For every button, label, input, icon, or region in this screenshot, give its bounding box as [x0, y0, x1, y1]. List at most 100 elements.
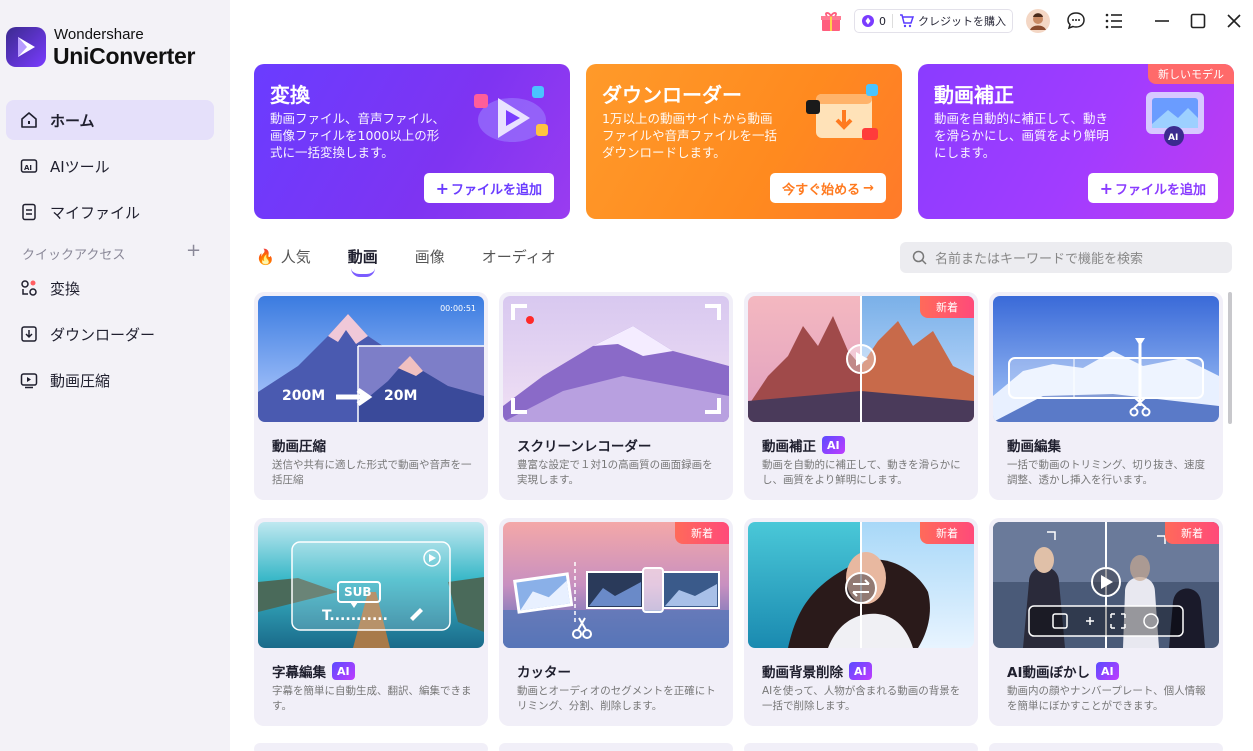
brand-name: UniConverter — [53, 43, 196, 69]
add-file-button[interactable]: + ファイルを追加 — [1087, 173, 1218, 203]
app-window: Wondershare UniConverter ホーム AI AIツール マイ… — [0, 0, 1253, 751]
ai-badge: AI — [1095, 662, 1119, 680]
convert-icon — [21, 280, 37, 296]
tab-video[interactable]: 動画 — [347, 246, 378, 277]
card-description: 豊富な設定で１対1の高画質の画面録画を実現します。 — [517, 459, 713, 486]
tool-card-screen-recorder[interactable]: スクリーンレコーダー 豊富な設定で１対1の高画質の画面録画を実現します。 — [499, 292, 733, 500]
card-description: AIを使って、人物が含まれる動画の背景を一括で削除します。 — [762, 685, 961, 712]
tool-card-subtitle-edit[interactable]: SUB T........... 字幕編集 AI 字幕を簡単に自動生成、翻訳、編集… — [254, 518, 488, 726]
divider — [892, 14, 893, 28]
sidebar-item-my-files[interactable]: マイファイル — [6, 192, 214, 232]
svg-text:AI: AI — [1168, 133, 1178, 143]
size-after: 20M — [384, 388, 418, 404]
cutter-thumbnail: 新着 — [503, 522, 729, 648]
sidebar-item-label: 動画圧縮 — [50, 371, 111, 390]
search-placeholder: 名前またはキーワードで機能を検索 — [935, 252, 1144, 267]
add-quick-access-button[interactable]: + — [186, 240, 201, 261]
card-title: 動画編集 — [1007, 439, 1061, 455]
card-title-row: 動画背景削除 AI — [762, 661, 872, 681]
avatar[interactable] — [1025, 8, 1051, 34]
close-icon[interactable] — [1221, 8, 1247, 34]
sidebar-item-convert[interactable]: 変換 — [6, 268, 214, 308]
new-badge: 新着 — [675, 522, 729, 544]
sidebar-item-label: ダウンローダー — [50, 325, 156, 344]
ai-badge: AI — [332, 662, 355, 680]
subtitle-edit-thumbnail: SUB T........... — [258, 522, 484, 648]
download-icon — [21, 326, 37, 342]
sidebar-item-ai-tools[interactable]: AI AIツール — [6, 146, 214, 186]
card-title-row: 動画補正 AI — [762, 435, 845, 455]
size-before: 200M — [282, 388, 326, 404]
credit-coin-icon — [862, 15, 874, 27]
sidebar-item-label: ホーム — [50, 111, 95, 130]
search-icon — [912, 250, 927, 265]
maximize-icon[interactable] — [1185, 8, 1211, 34]
tool-card-partial[interactable] — [499, 743, 733, 751]
gift-icon[interactable] — [818, 8, 844, 34]
start-now-button[interactable]: 今すぐ始める → — [770, 173, 886, 203]
background-remove-thumbnail: 新着 — [748, 522, 974, 648]
add-file-button[interactable]: + ファイルを追加 — [423, 173, 554, 203]
sidebar-item-downloader[interactable]: ダウンローダー — [6, 314, 214, 354]
card-title: 動画背景削除 — [762, 665, 843, 681]
card-title-row: 字幕編集 AI — [272, 661, 355, 681]
tool-card-ai-blur[interactable]: 新着 AI動画ぼかし AI 動画内の顔やナンバープレート、個人情報を簡単にぼかすこ… — [989, 518, 1223, 726]
plus-icon: + — [1099, 178, 1113, 198]
button-label: ファイルを追加 — [1114, 182, 1206, 198]
ai-blur-thumbnail: 新着 — [993, 522, 1219, 648]
quick-access-label: クイックアクセス — [22, 248, 126, 263]
tab-image[interactable]: 画像 — [415, 246, 445, 267]
card-title: AI動画ぼかし — [1007, 665, 1090, 681]
banner-downloader[interactable]: ダウンローダー 1万以上の動画サイトから動画ファイルや音声ファイルを一括ダウンロ… — [586, 64, 902, 219]
banner-title: ダウンローダー — [602, 83, 742, 107]
convert-art-icon — [470, 80, 552, 154]
ai-tools-icon: AI — [20, 159, 38, 173]
card-description: 字幕を簡単に自動生成、翻訳、編集できます。 — [272, 685, 472, 712]
card-title: 動画圧縮 — [272, 439, 326, 455]
timestamp: 00:00:51 — [440, 304, 476, 313]
tool-card-partial[interactable] — [254, 743, 488, 751]
credit-box[interactable]: 0 クレジットを購入 — [854, 9, 1013, 33]
banner-description: 1万以上の動画サイトから動画ファイルや音声ファイルを一括ダウンロードします。 — [602, 111, 778, 160]
card-title: 動画補正 — [762, 439, 816, 455]
sidebar-item-label: マイファイル — [50, 203, 141, 222]
sidebar-item-compress[interactable]: 動画圧縮 — [6, 360, 214, 400]
card-title: 字幕編集 — [272, 665, 326, 681]
tool-card-background-remove[interactable]: 新着 動画背景削除 AI AIを使って、人物が含まれる動画の背景を一括で削除します… — [744, 518, 978, 726]
minimize-icon[interactable] — [1149, 8, 1175, 34]
tool-card-partial[interactable] — [744, 743, 978, 751]
card-description: 動画を自動的に補正して、動きを滑らかにし、画質をより鮮明にします。 — [762, 459, 961, 486]
svg-text:AI: AI — [24, 164, 32, 172]
menu-icon[interactable] — [1101, 8, 1127, 34]
tool-card-compress[interactable]: 00:00:51 200M 20M 動画圧縮 送信や共有に適した形式で動画や音声… — [254, 292, 488, 500]
card-description: 動画とオーディオのセグメントを正確にトリミング、分割、削除します。 — [517, 685, 716, 712]
scrollbar-thumb[interactable] — [1228, 292, 1232, 424]
card-description: 一括で動画のトリミング、切り抜き、速度調整、透かし挿入を行います。 — [1007, 459, 1206, 486]
top-toolbar: 0 クレジットを購入 — [818, 8, 1253, 34]
category-tabs: 🔥 人気 動画 画像 オーディオ — [256, 246, 593, 277]
tool-card-cutter[interactable]: 新着 カッター 動画とオーディオのセグメントを正確にトリミング、分割、削除します… — [499, 518, 733, 726]
chat-icon[interactable] — [1063, 8, 1089, 34]
sidebar-item-home[interactable]: ホーム — [6, 100, 214, 140]
tab-audio[interactable]: オーディオ — [482, 246, 556, 267]
tab-popular[interactable]: 🔥 人気 — [256, 246, 311, 267]
tool-card-partial[interactable] — [989, 743, 1223, 751]
card-description: 動画内の顔やナンバープレート、個人情報を簡単にぼかすことができます。 — [1007, 685, 1206, 712]
banner-convert[interactable]: 変換 動画ファイル、音声ファイル、画像ファイルを1000以上の形式に一括変換しま… — [254, 64, 570, 219]
search-input[interactable]: 名前またはキーワードで機能を検索 — [900, 242, 1232, 273]
tool-card-video-edit[interactable]: 動画編集 一括で動画のトリミング、切り抜き、速度調整、透かし挿入を行います。 — [989, 292, 1223, 500]
credit-count: 0 — [879, 14, 886, 28]
card-title-row: AI動画ぼかし AI — [1007, 661, 1119, 681]
uniconverter-logo-icon — [6, 27, 46, 67]
compress-thumbnail: 00:00:51 200M 20M — [258, 296, 484, 422]
card-title: カッター — [517, 665, 571, 681]
video-enhance-thumbnail: 新着 — [748, 296, 974, 422]
tool-card-video-enhance[interactable]: 新着 動画補正 AI 動画を自動的に補正して、動きを滑らかにし、画質をより鮮明にし… — [744, 292, 978, 500]
card-title: スクリーンレコーダー — [517, 439, 652, 455]
card-title-row: スクリーンレコーダー — [517, 435, 651, 455]
banner-enhance[interactable]: 新しいモデル 動画補正 動画を自動的に補正して、動きを滑らかにし、画質をより鮮明… — [918, 64, 1234, 219]
download-art-icon — [802, 80, 884, 154]
sidebar-item-label: 変換 — [50, 279, 81, 298]
new-badge: 新着 — [920, 522, 974, 544]
tab-label: 動画 — [347, 248, 378, 266]
